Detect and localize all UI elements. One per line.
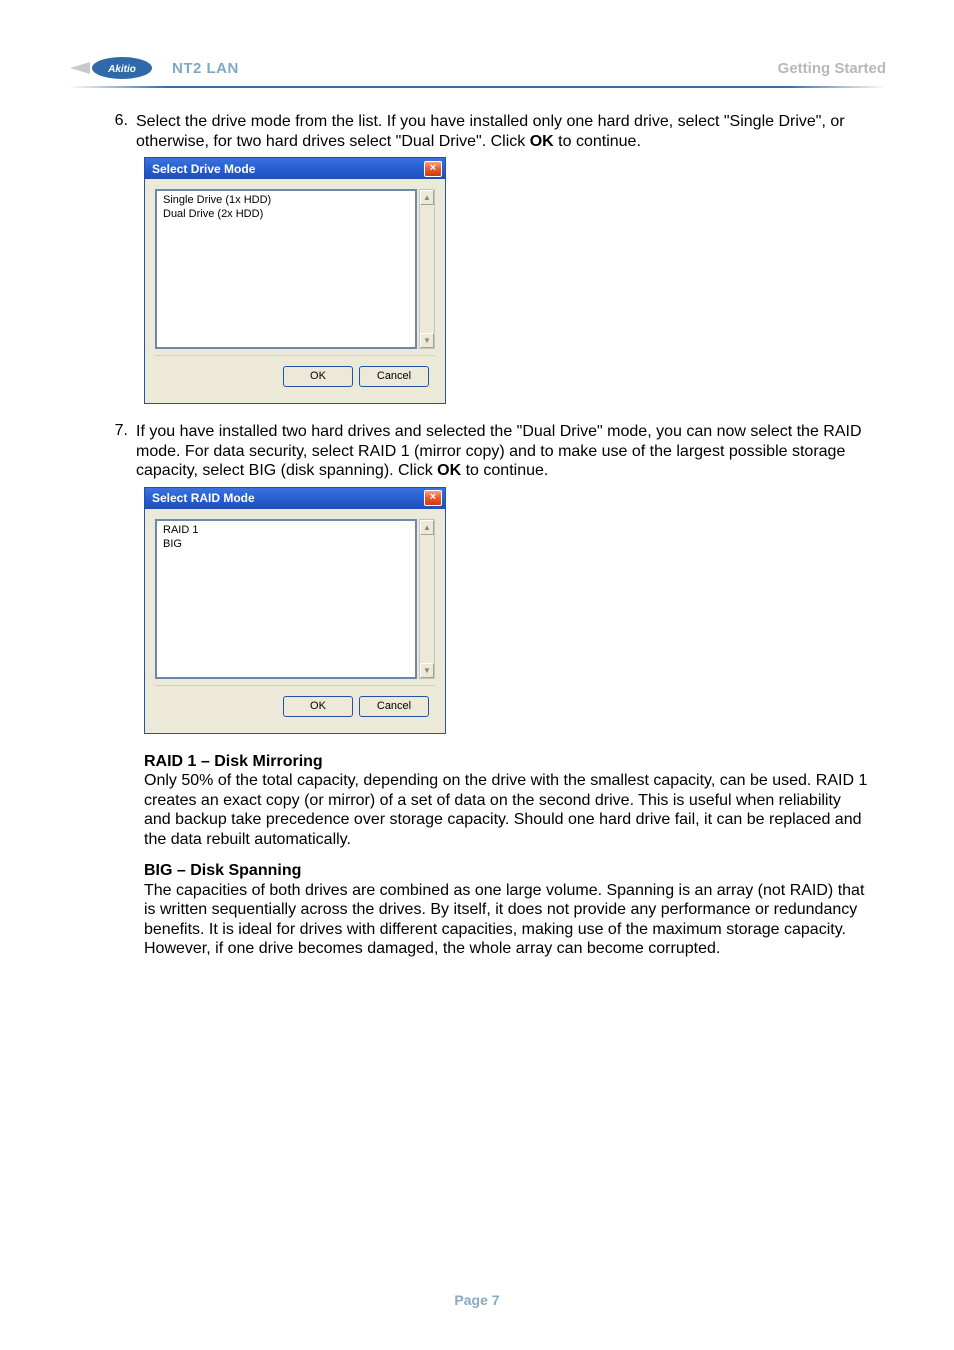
step-6-text-part1: Select the drive mode from the list. If …: [136, 113, 845, 150]
drive-mode-listbox[interactable]: Single Drive (1x HDD) Dual Drive (2x HDD…: [155, 189, 417, 349]
cancel-button[interactable]: Cancel: [359, 696, 429, 717]
big-body: The capacities of both drives are combin…: [144, 881, 872, 959]
brand-logo-icon: Akitio: [68, 54, 156, 82]
select-raid-mode-dialog: Select RAID Mode × RAID 1 BIG ▲ ▼ OK Ca: [144, 487, 446, 734]
raid-mode-listbox[interactable]: RAID 1 BIG: [155, 519, 417, 679]
scrollbar[interactable]: ▲ ▼: [419, 189, 435, 349]
select-drive-mode-dialog: Select Drive Mode × Single Drive (1x HDD…: [144, 157, 446, 404]
step-6-text: Select the drive mode from the list. If …: [136, 112, 882, 151]
dialog-titlebar: Select Drive Mode ×: [145, 158, 445, 179]
ok-button[interactable]: OK: [283, 366, 353, 387]
raid1-heading: RAID 1 – Disk Mirroring: [144, 752, 872, 772]
step-7-text-part2: to continue.: [461, 462, 548, 479]
page-header: Akitio NT2 LAN Getting Started: [68, 54, 886, 82]
scroll-down-icon[interactable]: ▼: [420, 333, 434, 348]
list-item[interactable]: RAID 1: [163, 523, 409, 537]
step-6-ok-word: OK: [530, 133, 554, 150]
big-heading: BIG – Disk Spanning: [144, 861, 872, 881]
scroll-down-icon[interactable]: ▼: [420, 663, 434, 678]
header-divider: [68, 86, 886, 88]
big-section: BIG – Disk Spanning The capacities of bo…: [144, 861, 872, 959]
list-item[interactable]: Single Drive (1x HDD): [163, 193, 409, 207]
step-6-text-part2: to continue.: [554, 133, 641, 150]
list-item[interactable]: BIG: [163, 537, 409, 551]
scrollbar[interactable]: ▲ ▼: [419, 519, 435, 679]
step-7-text: If you have installed two hard drives an…: [136, 422, 882, 481]
step-number: 6.: [108, 112, 136, 151]
product-name: NT2 LAN: [172, 60, 239, 77]
close-icon[interactable]: ×: [424, 161, 442, 177]
dialog-titlebar: Select RAID Mode ×: [145, 488, 445, 509]
dialog-title: Select Drive Mode: [152, 162, 255, 176]
scroll-up-icon[interactable]: ▲: [420, 520, 434, 535]
dialog-title: Select RAID Mode: [152, 491, 255, 505]
step-number: 7.: [108, 422, 136, 481]
scroll-up-icon[interactable]: ▲: [420, 190, 434, 205]
step-7-ok-word: OK: [437, 462, 461, 479]
close-icon[interactable]: ×: [424, 490, 442, 506]
raid1-section: RAID 1 – Disk Mirroring Only 50% of the …: [144, 752, 872, 850]
section-title: Getting Started: [778, 60, 886, 77]
cancel-button[interactable]: Cancel: [359, 366, 429, 387]
svg-text:Akitio: Akitio: [107, 64, 136, 75]
raid1-body: Only 50% of the total capacity, dependin…: [144, 771, 872, 849]
page-footer: Page 7: [0, 1292, 954, 1308]
step-6: 6. Select the drive mode from the list. …: [108, 112, 882, 151]
ok-button[interactable]: OK: [283, 696, 353, 717]
step-7: 7. If you have installed two hard drives…: [108, 422, 882, 481]
list-item[interactable]: Dual Drive (2x HDD): [163, 207, 409, 221]
